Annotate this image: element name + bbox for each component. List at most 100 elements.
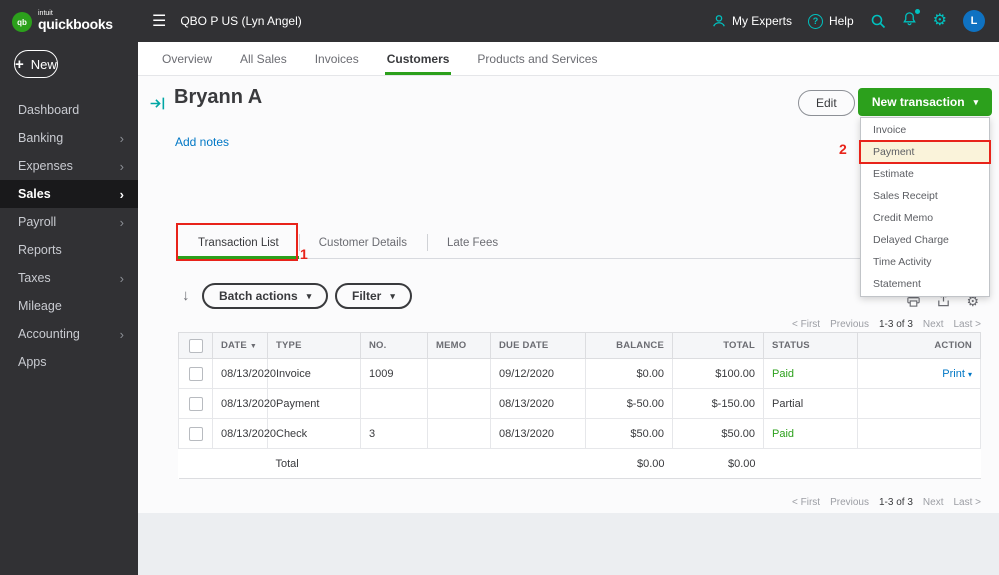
- chevron-right-icon: ›: [120, 328, 124, 341]
- caret-down-icon: ▾: [974, 97, 979, 108]
- pagination-first[interactable]: < First: [792, 497, 820, 508]
- sort-icon[interactable]: ↓: [182, 287, 190, 304]
- pagination-next[interactable]: Next: [923, 497, 944, 508]
- pagination-previous[interactable]: Previous: [830, 319, 869, 330]
- avatar[interactable]: L: [963, 10, 985, 32]
- col-total: TOTAL: [673, 333, 764, 359]
- sidebar-item-expenses[interactable]: Expenses›: [0, 152, 138, 180]
- quickbooks-app: qb intuit quickbooks + New Dashboard Ban…: [0, 0, 999, 575]
- col-type: TYPE: [268, 333, 361, 359]
- sidebar-item-sales[interactable]: Sales›: [0, 180, 138, 208]
- help-icon: ?: [808, 14, 823, 29]
- sidebar-item-taxes[interactable]: Taxes›: [0, 264, 138, 292]
- row-checkbox[interactable]: [189, 397, 203, 411]
- tab-products-and-services[interactable]: Products and Services: [475, 42, 599, 75]
- table-header-row: DATE ▼ TYPE NO. MEMO DUE DATE BALANCE TO…: [179, 333, 981, 359]
- chevron-right-icon: ›: [120, 188, 124, 201]
- person-icon: [712, 14, 726, 28]
- company-name: QBO P US (Lyn Angel): [180, 14, 301, 28]
- quickbooks-label: quickbooks: [38, 16, 113, 32]
- edit-button[interactable]: Edit: [798, 90, 855, 116]
- detail-tabs: Transaction List Customer Details Late F…: [178, 226, 518, 259]
- total-label: Total: [268, 449, 361, 479]
- caret-down-icon: ▾: [307, 291, 312, 302]
- annotation-label-2: 2: [839, 141, 847, 157]
- customer-name: Bryann A: [174, 86, 262, 109]
- sort-desc-icon: ▼: [250, 343, 257, 350]
- sidebar-item-payroll[interactable]: Payroll›: [0, 208, 138, 236]
- plus-icon: +: [15, 56, 24, 73]
- qb-logo-icon: qb: [12, 12, 32, 32]
- sales-subnav: Overview All Sales Invoices Customers Pr…: [138, 42, 999, 76]
- tab-all-sales[interactable]: All Sales: [238, 42, 289, 75]
- transactions-table: DATE ▼ TYPE NO. MEMO DUE DATE BALANCE TO…: [178, 332, 981, 479]
- caret-down-icon: ▾: [968, 370, 972, 379]
- status-badge: Partial: [764, 389, 858, 419]
- menu-item-statement[interactable]: Statement: [861, 273, 989, 295]
- col-memo: MEMO: [428, 333, 491, 359]
- new-transaction-button[interactable]: New transaction ▾: [858, 88, 992, 116]
- table-row[interactable]: 08/13/2020 Payment 08/13/2020 $-50.00 $-…: [179, 389, 981, 419]
- print-action-button[interactable]: Print ▾: [942, 368, 972, 380]
- main-content: Bryann A Add notes Edit New transaction …: [138, 76, 999, 575]
- new-button[interactable]: + New: [14, 50, 58, 78]
- col-balance: BALANCE: [586, 333, 673, 359]
- tab-customers[interactable]: Customers: [385, 42, 452, 75]
- status-badge: Paid: [764, 359, 858, 389]
- chevron-right-icon: ›: [120, 132, 124, 145]
- tab-transaction-list[interactable]: Transaction List: [178, 226, 299, 259]
- table-row[interactable]: 08/13/2020 Invoice 1009 09/12/2020 $0.00…: [179, 359, 981, 389]
- topbar: ☰ QBO P US (Lyn Angel) My Experts ? Help…: [138, 0, 999, 42]
- add-notes-link[interactable]: Add notes: [175, 135, 229, 149]
- hamburger-menu-icon[interactable]: ☰: [152, 11, 166, 31]
- help-button[interactable]: ? Help: [808, 14, 854, 29]
- row-checkbox[interactable]: [189, 427, 203, 441]
- search-icon[interactable]: [870, 13, 886, 29]
- annotation-label-1: 1: [300, 246, 308, 262]
- sidebar-item-accounting[interactable]: Accounting›: [0, 320, 138, 348]
- notification-dot: [915, 9, 920, 14]
- collapse-panel-icon[interactable]: [149, 95, 166, 117]
- notifications-bell-icon[interactable]: [902, 11, 917, 31]
- pagination-previous[interactable]: Previous: [830, 497, 869, 508]
- tab-late-fees[interactable]: Late Fees: [427, 226, 518, 259]
- batch-actions-button[interactable]: Batch actions ▾: [202, 283, 328, 309]
- pagination-bottom: < First Previous 1-3 of 3 Next Last >: [792, 497, 981, 508]
- pagination-top: < First Previous 1-3 of 3 Next Last >: [792, 319, 981, 330]
- settings-gear-icon[interactable]: ⚙: [933, 13, 947, 29]
- chevron-right-icon: ›: [120, 160, 124, 173]
- pagination-last[interactable]: Last >: [953, 497, 981, 508]
- sidebar-nav: Dashboard Banking› Expenses› Sales› Payr…: [0, 96, 138, 376]
- total-balance: $0.00: [586, 449, 673, 479]
- pagination-first[interactable]: < First: [792, 319, 820, 330]
- sidebar-item-apps[interactable]: Apps: [0, 348, 138, 376]
- tab-overview[interactable]: Overview: [160, 42, 214, 75]
- menu-item-estimate[interactable]: Estimate: [861, 163, 989, 185]
- my-experts-button[interactable]: My Experts: [712, 14, 792, 28]
- tab-customer-details[interactable]: Customer Details: [299, 226, 427, 259]
- table-total-row: Total $0.00 $0.00: [179, 449, 981, 479]
- select-all-checkbox[interactable]: [189, 339, 203, 353]
- col-date[interactable]: DATE ▼: [213, 333, 268, 359]
- tab-invoices[interactable]: Invoices: [313, 42, 361, 75]
- menu-item-delayed-charge[interactable]: Delayed Charge: [861, 229, 989, 251]
- pagination-next[interactable]: Next: [923, 319, 944, 330]
- menu-item-payment[interactable]: Payment: [861, 141, 989, 163]
- filter-button[interactable]: Filter ▾: [335, 283, 412, 309]
- menu-item-sales-receipt[interactable]: Sales Receipt: [861, 185, 989, 207]
- sidebar-item-reports[interactable]: Reports: [0, 236, 138, 264]
- sidebar-item-mileage[interactable]: Mileage: [0, 292, 138, 320]
- menu-item-invoice[interactable]: Invoice: [861, 119, 989, 141]
- pagination-range: 1-3 of 3: [879, 497, 913, 508]
- total-amount: $0.00: [673, 449, 764, 479]
- menu-item-credit-memo[interactable]: Credit Memo: [861, 207, 989, 229]
- sidebar-item-banking[interactable]: Banking›: [0, 124, 138, 152]
- col-due-date: DUE DATE: [491, 333, 586, 359]
- chevron-right-icon: ›: [120, 272, 124, 285]
- row-checkbox[interactable]: [189, 367, 203, 381]
- sidebar-item-dashboard[interactable]: Dashboard: [0, 96, 138, 124]
- table-row[interactable]: 08/13/2020 Check 3 08/13/2020 $50.00 $50…: [179, 419, 981, 449]
- pagination-last[interactable]: Last >: [953, 319, 981, 330]
- col-no: NO.: [361, 333, 428, 359]
- menu-item-time-activity[interactable]: Time Activity: [861, 251, 989, 273]
